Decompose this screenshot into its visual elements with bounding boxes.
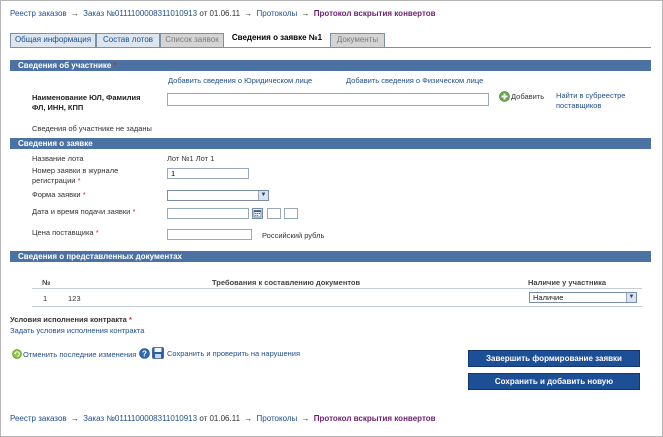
breadcrumb-registry-link[interactable]: Реестр заказов <box>10 9 67 18</box>
save-and-add-new-button[interactable]: Сохранить и добавить новую <box>468 373 640 390</box>
breadcrumb-current: Протокол вскрытия конвертов <box>313 414 436 423</box>
breadcrumb-protocols-link[interactable]: Протоколы <box>257 414 298 423</box>
lot-name-label: Название лота <box>32 154 84 163</box>
reg-number-label: Номер заявки в журнале регистрации * <box>32 166 132 186</box>
doc-row-requirement: 123 <box>68 294 81 303</box>
reg-number-label-text: Номер заявки в журнале регистрации <box>32 166 119 185</box>
tab-general-info[interactable]: Общая информация <box>10 33 96 47</box>
date-label-text: Дата и время подачи заявки <box>32 207 131 216</box>
documents-section-header: Сведения о представленных документах <box>10 251 651 262</box>
doc-row-number: 1 <box>43 294 48 303</box>
required-mark: * <box>113 61 117 70</box>
undo-changes-link[interactable]: Отменить последние изменения <box>23 350 136 359</box>
form-label: Форма заявки * <box>32 190 86 200</box>
minute-input[interactable] <box>284 208 298 219</box>
required-mark: * <box>132 207 136 216</box>
participant-name-label: Наименование ЮЛ, Фамилия ФЛ, ИНН, КПП <box>32 93 141 112</box>
col-number-header: № <box>42 278 51 287</box>
participant-empty-note: Сведения об участнике не заданы <box>32 124 152 133</box>
undo-icon[interactable] <box>12 349 22 359</box>
breadcrumb-protocols-link[interactable]: Протоколы <box>257 9 298 18</box>
price-label-text: Цена поставщика <box>32 228 94 237</box>
calendar-icon[interactable] <box>252 208 263 219</box>
tab-applications-list[interactable]: Список заявок <box>160 33 224 47</box>
chevron-down-icon[interactable]: ▼ <box>258 191 268 200</box>
application-section-title: Сведения о заявке <box>18 139 93 148</box>
participant-section-header: Сведения об участнике * <box>10 60 651 71</box>
save-icon[interactable] <box>152 347 164 359</box>
breadcrumb-order-date: от 01.06.11 <box>199 9 241 18</box>
price-label: Цена поставщика * <box>32 228 99 238</box>
breadcrumb-arrow: → <box>244 9 253 18</box>
table-bottom-divider <box>32 306 642 307</box>
required-mark: * <box>82 190 86 199</box>
tab-underline <box>10 47 651 48</box>
finish-application-button[interactable]: Завершить формирование заявки <box>468 350 640 367</box>
svg-text:?: ? <box>142 349 147 358</box>
breadcrumb-order-date: от 01.06.11 <box>199 414 241 423</box>
add-legal-entity-link[interactable]: Добавить сведения о Юридическом лице <box>168 76 312 85</box>
breadcrumb-arrow: → <box>244 414 253 423</box>
required-mark: * <box>77 176 81 185</box>
set-contract-conditions-link[interactable]: Задать условия исполнения контракта <box>10 326 144 335</box>
lot-name-value: Лот №1 Лот 1 <box>167 154 215 163</box>
breadcrumb-order-link[interactable]: Заказ №0111100008311010913 <box>83 414 197 423</box>
add-participant-button[interactable]: Добавить <box>511 92 544 101</box>
participant-name-input[interactable] <box>167 93 489 106</box>
add-individual-link[interactable]: Добавить сведения о Физическом лице <box>346 76 483 85</box>
required-mark: * <box>95 228 99 237</box>
tab-lots[interactable]: Состав лотов <box>96 33 160 47</box>
participant-section-title: Сведения об участнике <box>18 61 112 70</box>
breadcrumb-current: Протокол вскрытия конвертов <box>313 9 436 18</box>
date-input[interactable] <box>167 208 249 219</box>
tab-documents[interactable]: Документы <box>330 33 385 47</box>
reg-number-input[interactable]: 1 <box>167 168 249 179</box>
currency-label: Российский рубль <box>262 231 325 240</box>
col-requirements-header: Требования к составлению документов <box>212 278 361 287</box>
breadcrumb-arrow: → <box>70 414 79 423</box>
contract-conditions-label: Условия исполнения контракта * <box>10 315 132 325</box>
contract-conditions-text: Условия исполнения контракта <box>10 315 127 324</box>
price-input[interactable] <box>167 229 252 240</box>
add-plus-icon[interactable] <box>499 91 510 102</box>
col-availability-header: Наличие у участника <box>528 278 607 287</box>
availability-select-value: Наличие <box>533 293 564 302</box>
breadcrumb-order-link[interactable]: Заказ №0111100008311010913 <box>83 9 197 18</box>
documents-section-title: Сведения о представленных документах <box>18 252 183 261</box>
tab-application-details[interactable]: Сведения о заявке №1 <box>226 31 328 47</box>
form-label-text: Форма заявки <box>32 190 81 199</box>
breadcrumb-bottom: Реестр заказов → Заказ №0111100008311010… <box>10 414 436 423</box>
help-icon[interactable]: ? <box>139 348 150 359</box>
date-label: Дата и время подачи заявки * <box>32 207 135 217</box>
chevron-down-icon[interactable]: ▼ <box>626 293 636 302</box>
breadcrumb-registry-link[interactable]: Реестр заказов <box>10 414 67 423</box>
availability-select[interactable]: Наличие ▼ <box>529 292 637 303</box>
breadcrumb-arrow: → <box>301 9 310 18</box>
hour-input[interactable] <box>267 208 281 219</box>
find-in-registry-link[interactable]: Найти в субреестре поставщиков <box>556 91 638 111</box>
table-header-divider <box>32 288 642 289</box>
form-select[interactable]: ▼ <box>167 190 269 201</box>
breadcrumb-arrow: → <box>70 9 79 18</box>
required-mark: * <box>128 315 132 324</box>
application-section-header: Сведения о заявке <box>10 138 651 149</box>
breadcrumb-arrow: → <box>301 414 310 423</box>
save-and-check-link[interactable]: Сохранить и проверить на нарушения <box>167 349 300 358</box>
breadcrumb-top: Реестр заказов → Заказ №0111100008311010… <box>10 9 436 18</box>
